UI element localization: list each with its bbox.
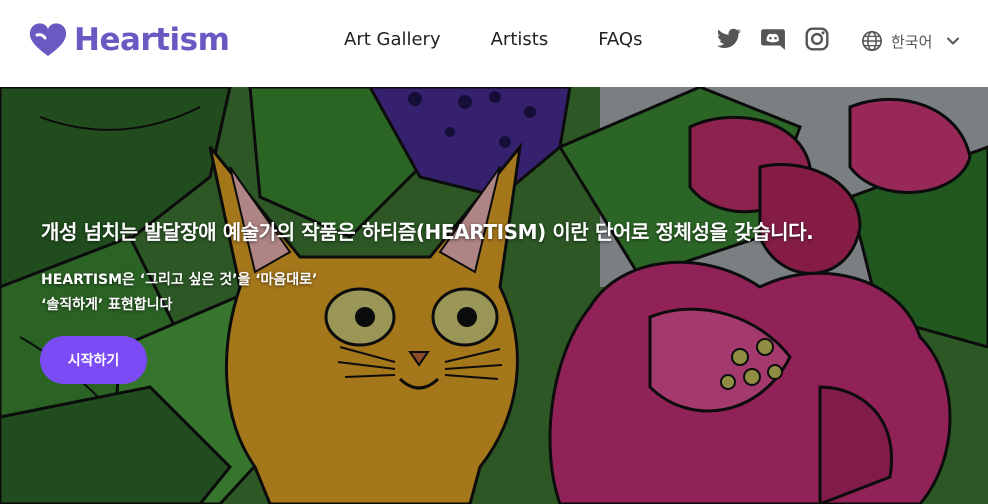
heart-icon xyxy=(29,23,67,56)
nav-artists[interactable]: Artists xyxy=(491,29,549,50)
nav-faqs[interactable]: FAQs xyxy=(598,29,642,50)
brand-name: Heartism xyxy=(74,22,230,58)
discord-icon[interactable] xyxy=(760,26,786,52)
main-nav: Art Gallery Artists FAQs xyxy=(344,29,642,50)
instagram-icon[interactable] xyxy=(804,26,830,52)
start-button[interactable]: 시작하기 xyxy=(40,336,147,384)
language-selector[interactable]: 한국어 xyxy=(861,30,960,52)
language-label: 한국어 xyxy=(891,32,933,51)
hero-title: 개성 넘치는 발달장애 예술가의 작품은 하티즘(HEARTISM) 이란 단어… xyxy=(41,220,814,244)
chevron-down-icon xyxy=(947,37,960,45)
social-links xyxy=(716,26,830,52)
twitter-icon[interactable] xyxy=(716,26,742,52)
globe-icon xyxy=(862,31,882,51)
nav-art-gallery[interactable]: Art Gallery xyxy=(344,29,441,50)
brand-logo[interactable]: Heartism xyxy=(28,20,230,60)
site-header: Heartism Art Gallery Artists FAQs 한국어 xyxy=(0,0,988,87)
hero-subtitle-line: HEARTISM은 ‘그리고 싶은 것’을 ‘마음대로’ xyxy=(41,272,318,288)
hero-section: 개성 넘치는 발달장애 예술가의 작품은 하티즘(HEARTISM) 이란 단어… xyxy=(0,87,988,504)
hero-subtitle-line: ‘솔직하게’ 표현합니다 xyxy=(41,297,173,313)
hero-subtitle: HEARTISM은 ‘그리고 싶은 것’을 ‘마음대로’ ‘솔직하게’ 표현합니… xyxy=(41,268,317,318)
